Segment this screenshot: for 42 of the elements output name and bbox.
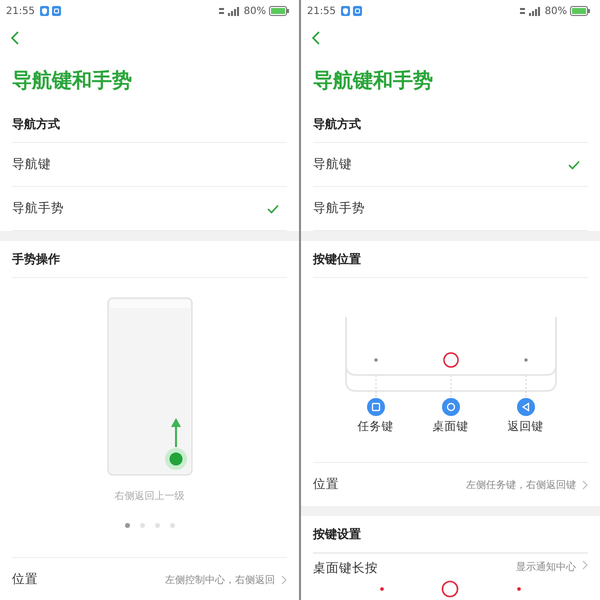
option-row[interactable]: 导航键 bbox=[313, 143, 588, 187]
circle-icon bbox=[442, 398, 460, 416]
section-heading: 按键设置 bbox=[313, 526, 361, 542]
key-label: 桌面键 bbox=[432, 419, 468, 434]
dot-icon[interactable] bbox=[517, 587, 522, 591]
chevron-icon bbox=[582, 560, 588, 570]
page-dot[interactable] bbox=[140, 523, 144, 528]
app-icon bbox=[52, 6, 61, 16]
gesture-caption: 右侧返回上一级 bbox=[114, 490, 184, 503]
battery-icon bbox=[570, 6, 590, 16]
option-row[interactable]: 导航手势 bbox=[313, 187, 588, 231]
signal-icon bbox=[218, 6, 241, 16]
signal-icon bbox=[520, 6, 542, 16]
page-dot[interactable] bbox=[124, 523, 130, 528]
shield-icon bbox=[40, 6, 49, 16]
page-title: 导航键和手势 bbox=[11, 67, 133, 94]
home-icon[interactable] bbox=[441, 580, 460, 598]
key-label: 任务键 bbox=[358, 419, 394, 434]
status-time: 21:55 bbox=[307, 6, 336, 16]
option-row[interactable]: 导航手势 bbox=[12, 187, 287, 231]
setting-row[interactable]: 位置 左侧控制中心，右侧返回 bbox=[12, 557, 287, 600]
battery-percent: 80% bbox=[544, 6, 567, 16]
page-title: 导航键和手势 bbox=[312, 67, 434, 94]
chevron-icon bbox=[582, 480, 588, 490]
page-dot[interactable] bbox=[154, 523, 160, 528]
battery-icon bbox=[269, 6, 289, 16]
setting-row[interactable]: 位置 左侧任务键，右侧返回键 bbox=[313, 462, 588, 506]
chevron-icon bbox=[281, 574, 287, 584]
back-icon[interactable] bbox=[311, 31, 321, 45]
section-heading: 导航方式 bbox=[313, 116, 361, 132]
section-heading: 按键位置 bbox=[313, 250, 361, 268]
app-icon bbox=[352, 6, 362, 16]
page-dot[interactable] bbox=[170, 523, 174, 528]
back-icon[interactable] bbox=[10, 31, 20, 45]
shield-icon bbox=[340, 6, 350, 16]
status-time: 21:55 bbox=[6, 6, 35, 16]
section-heading: 手势操作 bbox=[12, 250, 60, 268]
battery-percent: 80% bbox=[244, 6, 266, 16]
dot-icon[interactable] bbox=[380, 587, 384, 591]
section-heading: 导航方式 bbox=[12, 116, 60, 132]
key-label: 返回键 bbox=[508, 419, 544, 434]
option-row[interactable]: 导航键 bbox=[12, 143, 287, 187]
